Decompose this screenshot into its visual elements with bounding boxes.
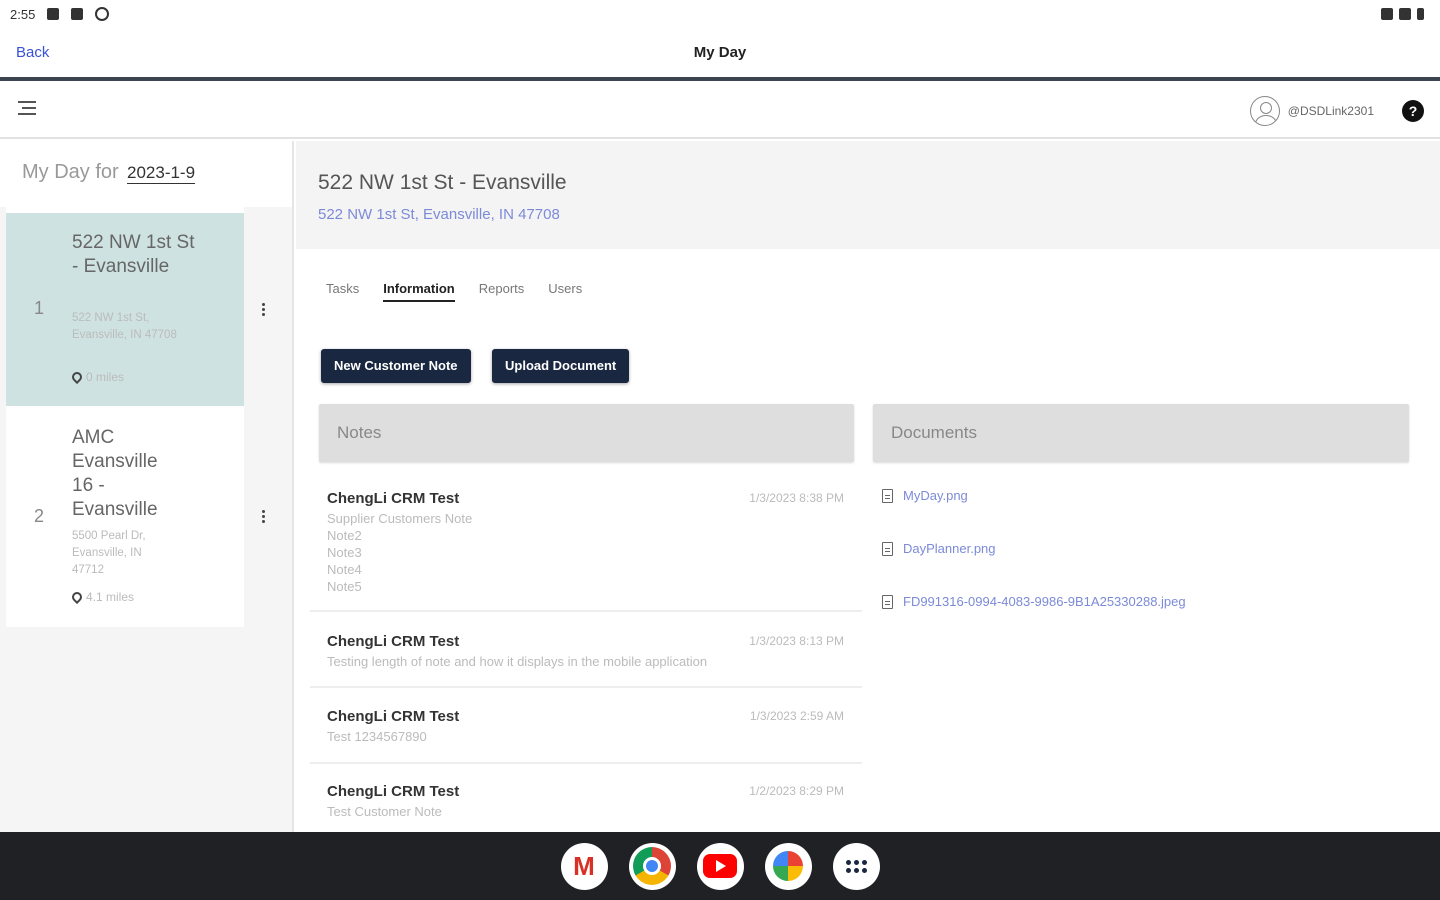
status-bar: 2:55 bbox=[0, 0, 1440, 28]
tab-information[interactable]: Information bbox=[383, 281, 455, 302]
note-author: ChengLi CRM Test bbox=[327, 783, 460, 800]
notification-icon bbox=[47, 8, 60, 20]
note-timestamp: 1/2/2023 8:29 PM bbox=[749, 784, 844, 798]
note-item[interactable]: ChengLi CRM Test 1/3/2023 2:59 AM Test 1… bbox=[310, 708, 862, 764]
stop-item[interactable]: 2 AMC Evansville 16 - Evansville 5500 Pe… bbox=[6, 423, 244, 623]
sim-icon bbox=[71, 8, 84, 20]
launcher-icon bbox=[845, 859, 867, 873]
app-launcher[interactable] bbox=[832, 842, 880, 890]
stop-name: AMC Evansville 16 - Evansville bbox=[72, 427, 158, 520]
notes-header: Notes bbox=[319, 404, 854, 462]
document-icon bbox=[882, 541, 893, 556]
note-timestamp: 1/3/2023 2:59 AM bbox=[749, 709, 844, 723]
document-item[interactable]: DayPlanner.png bbox=[882, 541, 996, 556]
note-author: ChengLi CRM Test bbox=[327, 708, 460, 725]
note-body: Test Customer Note bbox=[327, 804, 442, 819]
day-header: My Day for 2023-1-9 bbox=[0, 141, 292, 207]
taskbar: M bbox=[0, 832, 1440, 900]
toolbar: @DSDLink2301 ? bbox=[0, 81, 1440, 139]
note-body: Supplier Customers Note Note2 Note3 Note… bbox=[327, 511, 473, 594]
stop-number: 2 bbox=[34, 506, 45, 526]
location-pin-icon bbox=[69, 589, 85, 605]
stop-distance: 0 miles bbox=[69, 369, 125, 385]
day-date-picker[interactable]: 2023-1-9 bbox=[127, 163, 196, 184]
stop-distance: 4.1 miles bbox=[69, 589, 135, 605]
stop-distance-label: 4.1 miles bbox=[86, 590, 135, 604]
photos-icon bbox=[773, 851, 803, 881]
note-item[interactable]: ChengLi CRM Test 1/2/2023 8:29 PM Test C… bbox=[310, 783, 862, 832]
new-customer-note-button[interactable]: New Customer Note bbox=[321, 349, 471, 383]
location-detail: 522 NW 1st St - Evansville 522 NW 1st St… bbox=[296, 141, 1440, 832]
signal-icon bbox=[1399, 8, 1411, 20]
location-address-link[interactable]: 522 NW 1st St, Evansville, IN 47708 bbox=[318, 206, 560, 223]
sync-icon bbox=[95, 7, 110, 21]
stop-options-icon[interactable] bbox=[260, 303, 266, 319]
stop-address: 522 NW 1st St, Evansville, IN 47708 bbox=[72, 312, 177, 341]
stop-options-icon[interactable] bbox=[260, 510, 266, 526]
stop-list-panel: My Day for 2023-1-9 1 522 NW 1st St - Ev… bbox=[0, 141, 294, 832]
note-author: ChengLi CRM Test bbox=[327, 490, 460, 507]
stop-item[interactable]: 1 522 NW 1st St - Evansville 522 NW 1st … bbox=[6, 213, 244, 406]
document-icon bbox=[882, 488, 893, 503]
youtube-icon bbox=[703, 854, 737, 878]
user-account[interactable]: @DSDLink2301 bbox=[1249, 96, 1374, 126]
page-title: My Day bbox=[693, 44, 747, 61]
menu-icon[interactable] bbox=[18, 101, 36, 117]
chrome-icon bbox=[633, 847, 671, 885]
document-item[interactable]: MyDay.png bbox=[882, 488, 968, 503]
location-pin-icon bbox=[69, 369, 85, 385]
note-item[interactable]: ChengLi CRM Test 1/3/2023 8:38 PM Suppli… bbox=[310, 490, 862, 612]
tab-reports[interactable]: Reports bbox=[479, 281, 525, 302]
photos-app[interactable] bbox=[764, 842, 812, 890]
upload-document-button[interactable]: Upload Document bbox=[492, 349, 630, 383]
username: @DSDLink2301 bbox=[1287, 104, 1374, 118]
wifi-icon bbox=[1381, 8, 1393, 20]
tab-bar: Tasks Information Reports Users bbox=[326, 281, 582, 302]
battery-icon bbox=[1417, 8, 1424, 20]
gmail-icon: M bbox=[573, 850, 595, 881]
document-name: DayPlanner.png bbox=[903, 541, 996, 556]
day-label: My Day for bbox=[22, 161, 119, 183]
stop-address: 5500 Pearl Dr, Evansville, IN 47712 bbox=[72, 530, 146, 576]
note-timestamp: 1/3/2023 8:13 PM bbox=[749, 634, 844, 648]
avatar bbox=[1249, 96, 1280, 126]
document-item[interactable]: FD991316-0994-4083-9986-9B1A25330288.jpe… bbox=[882, 594, 1186, 609]
note-author: ChengLi CRM Test bbox=[327, 633, 460, 650]
documents-header: Documents bbox=[873, 404, 1409, 462]
document-icon bbox=[882, 594, 893, 609]
location-title: 522 NW 1st St - Evansville bbox=[318, 171, 567, 194]
note-body: Test 1234567890 bbox=[327, 729, 427, 744]
tab-tasks[interactable]: Tasks bbox=[326, 281, 359, 302]
note-body: Testing length of note and how it displa… bbox=[327, 654, 708, 669]
note-timestamp: 1/3/2023 8:38 PM bbox=[749, 491, 844, 505]
help-icon[interactable]: ? bbox=[1402, 100, 1424, 122]
app-header: Back My Day bbox=[0, 28, 1440, 78]
document-name: MyDay.png bbox=[903, 488, 968, 503]
chrome-app[interactable] bbox=[628, 842, 676, 890]
stop-number: 1 bbox=[34, 298, 45, 318]
status-time: 2:55 bbox=[10, 6, 36, 22]
location-header: 522 NW 1st St - Evansville 522 NW 1st St… bbox=[296, 141, 1440, 249]
document-name: FD991316-0994-4083-9986-9B1A25330288.jpe… bbox=[903, 594, 1186, 609]
tab-users[interactable]: Users bbox=[548, 281, 582, 302]
stop-distance-label: 0 miles bbox=[86, 370, 125, 384]
youtube-app[interactable] bbox=[696, 842, 744, 890]
stop-name: 522 NW 1st St - Evansville bbox=[72, 232, 195, 277]
note-item[interactable]: ChengLi CRM Test 1/3/2023 8:13 PM Testin… bbox=[310, 633, 862, 688]
gmail-app[interactable]: M bbox=[560, 842, 608, 890]
